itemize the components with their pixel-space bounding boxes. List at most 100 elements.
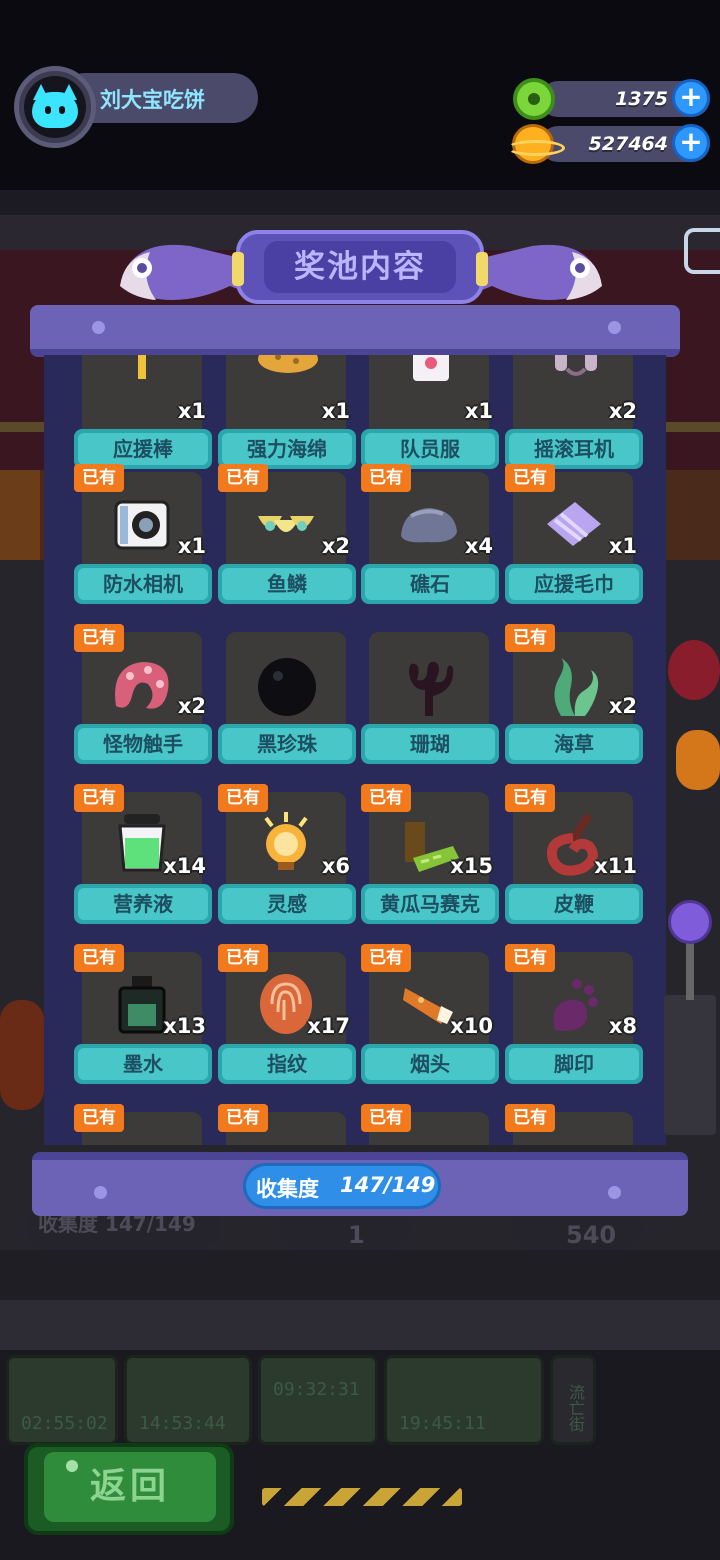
camera-icon — [114, 500, 170, 554]
scroll-top-roller — [30, 305, 680, 357]
prize-item-card[interactable]: 已有 — [361, 1104, 499, 1145]
item-name: 应援棒 — [113, 437, 173, 461]
owned-badge: 已有 — [74, 944, 124, 972]
prize-item-card[interactable]: 营养液 x14 已有 — [74, 784, 212, 938]
prize-item-card[interactable]: 应援毛巾 x1 已有 — [505, 464, 643, 618]
owned-badge: 已有 — [505, 1104, 555, 1132]
clip-icon[interactable] — [684, 228, 720, 274]
prize-item-card[interactable]: 黄瓜马赛克 x15 已有 — [361, 784, 499, 938]
roller-bolt — [94, 1186, 107, 1199]
roller-bolt — [608, 321, 621, 334]
prize-item-card[interactable]: 鱼鳞 x2 已有 — [218, 464, 356, 618]
cigarette-icon — [401, 978, 457, 1030]
background-monitor-3: 09:32:31 — [258, 1355, 378, 1445]
background-count-b: 540 — [566, 1221, 617, 1249]
reef-rock-icon — [397, 502, 461, 550]
hazard-stripe — [262, 1488, 462, 1506]
item-name: 鱼鳞 — [267, 572, 307, 596]
fish-scale-icon — [254, 508, 318, 548]
item-name: 灵感 — [267, 892, 307, 916]
item-name: 脚印 — [554, 1052, 594, 1076]
prize-item-card[interactable]: 灵感 x6 已有 — [218, 784, 356, 938]
item-name: 怪物触手 — [103, 732, 183, 756]
item-name: 强力海绵 — [247, 437, 327, 461]
background-sign: 流亡街 — [550, 1355, 596, 1445]
background-lamp-decoration — [676, 730, 720, 790]
lever-knob-icon[interactable] — [668, 900, 712, 944]
background-crate — [0, 470, 40, 560]
prize-item-card[interactable]: 已有 — [218, 1104, 356, 1145]
item-quantity: x1 — [321, 399, 350, 423]
bulb-icon — [258, 812, 314, 878]
prize-item-card[interactable]: 海草 x2 已有 — [505, 624, 643, 778]
owned-badge: 已有 — [361, 784, 411, 812]
owned-badge: 已有 — [505, 784, 555, 812]
panel-title: 奖池内容 — [294, 249, 426, 285]
item-quantity: x15 — [450, 854, 493, 878]
cat-eye-icon — [45, 106, 51, 114]
item-name: 队员服 — [400, 437, 460, 461]
item-quantity: x2 — [608, 694, 637, 718]
item-name: 珊瑚 — [410, 732, 450, 756]
owned-badge: 已有 — [361, 944, 411, 972]
owned-badge: 已有 — [218, 944, 268, 972]
owned-badge: 已有 — [74, 464, 124, 492]
add-planet-button[interactable]: + — [672, 124, 710, 162]
owned-badge: 已有 — [74, 784, 124, 812]
cheer-stick-icon — [122, 355, 162, 385]
uniform-icon — [411, 355, 451, 387]
prize-item-card[interactable]: 墨水 x13 已有 — [74, 944, 212, 1098]
background-count-a: 1 — [348, 1221, 365, 1249]
collection-progress-value: 147/149 — [340, 1173, 436, 1197]
item-quantity: x2 — [321, 534, 350, 558]
planet-coin-icon — [507, 124, 565, 164]
fingerprint-icon — [258, 972, 314, 1040]
cat-eye-icon — [59, 106, 65, 114]
item-name: 摇滚耳机 — [534, 437, 614, 461]
prize-item-card[interactable]: 脚印 x8 已有 — [505, 944, 643, 1098]
lever-base — [664, 995, 716, 1135]
prize-item-card[interactable]: 皮鞭 x11 已有 — [505, 784, 643, 938]
title-cap-left — [232, 252, 244, 286]
add-donut-button[interactable]: + — [672, 79, 710, 117]
back-button-label[interactable]: 返回 — [44, 1452, 216, 1522]
prize-item-card[interactable]: 怪物触手 x2 已有 — [74, 624, 212, 778]
prize-item-card[interactable]: 已有 — [74, 1104, 212, 1145]
sponge-icon — [256, 355, 320, 379]
roller-bolt — [608, 1186, 621, 1199]
item-quantity: x2 — [177, 694, 206, 718]
player-name: 刘大宝吃饼 — [100, 88, 205, 112]
background-monitor-4: 19:45:11 — [384, 1355, 544, 1445]
prize-item-card[interactable]: 指纹 x17 已有 — [218, 944, 356, 1098]
item-quantity: x2 — [608, 399, 637, 423]
roller-bolt — [92, 321, 105, 334]
item-quantity: x1 — [608, 534, 637, 558]
item-quantity: x6 — [321, 854, 350, 878]
prize-item-card[interactable]: 黑珍珠 — [218, 632, 356, 778]
item-quantity: x4 — [464, 534, 493, 558]
item-quantity: x1 — [177, 534, 206, 558]
background-left-decoration — [0, 1000, 44, 1110]
item-quantity: x10 — [450, 1014, 493, 1038]
prize-item-card[interactable]: 烟头 x10 已有 — [361, 944, 499, 1098]
prize-item-card[interactable]: 礁石 x4 已有 — [361, 464, 499, 618]
owned-badge: 已有 — [361, 1104, 411, 1132]
item-name: 烟头 — [410, 1052, 450, 1076]
item-quantity: x1 — [177, 399, 206, 423]
prize-item-card[interactable]: 防水相机 x1 已有 — [74, 464, 212, 618]
item-name: 指纹 — [267, 1052, 307, 1076]
avatar[interactable] — [24, 76, 86, 138]
prize-item-card[interactable]: 珊瑚 — [361, 632, 499, 778]
coral-icon — [401, 656, 457, 722]
item-name: 礁石 — [410, 572, 450, 596]
collection-progress-label: 收集度 — [256, 1177, 319, 1201]
background-octopus-decoration — [668, 640, 720, 700]
item-quantity: x17 — [307, 1014, 350, 1038]
owned-badge: 已有 — [218, 784, 268, 812]
prize-pool-grid[interactable]: 应援棒 x1 强力海绵 x1 队员服 x1 摇滚耳机 x2 防水相机 x1 已有 鱼鳞 x2 已有 礁石 x4… — [44, 355, 666, 1145]
headphones-icon — [551, 355, 601, 383]
prize-item-card[interactable]: 已有 — [505, 1104, 643, 1145]
nutrient-jar-icon — [114, 812, 170, 878]
tentacle-icon — [108, 656, 174, 720]
item-name: 营养液 — [113, 892, 173, 916]
